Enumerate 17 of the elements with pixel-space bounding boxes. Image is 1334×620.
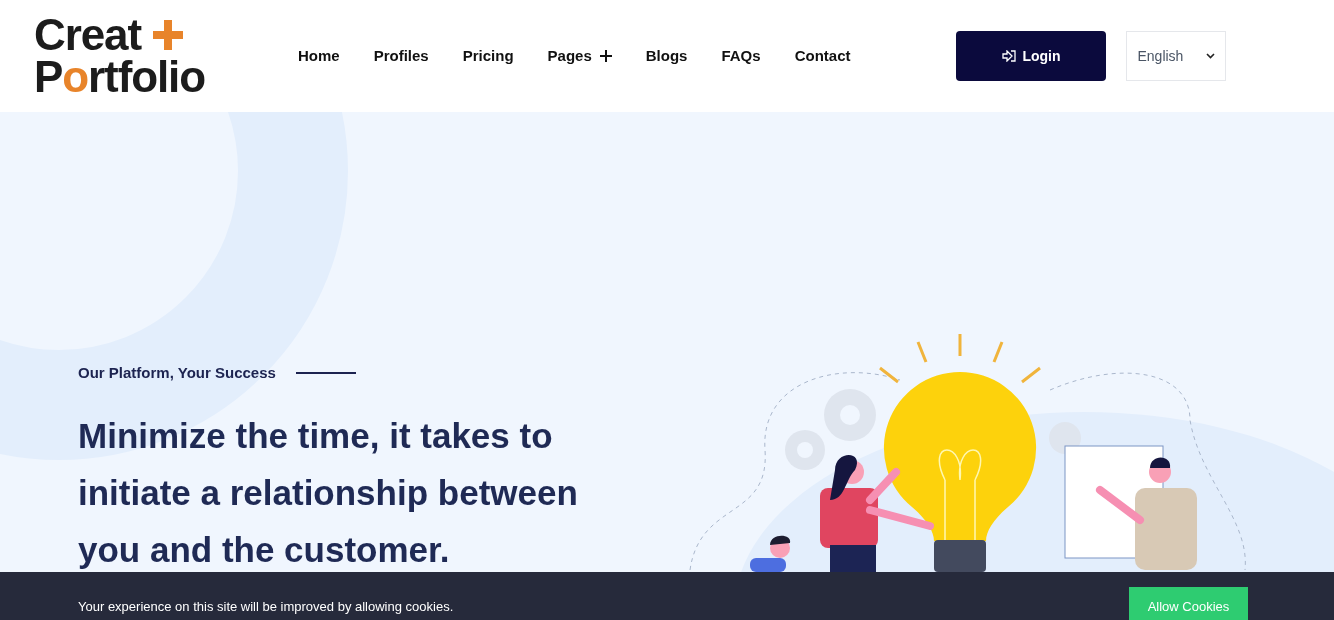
nav-link[interactable]: FAQs <box>721 44 761 68</box>
chevron-down-icon <box>1206 53 1216 59</box>
nav-link[interactable]: Pricing <box>462 44 514 68</box>
language-select[interactable]: English <box>1126 31 1227 81</box>
nav-link[interactable]: Profiles <box>373 44 429 68</box>
plus-icon <box>599 50 612 62</box>
cookie-message: Your experience on this site will be improved by allowing cookies. <box>78 598 454 617</box>
nav-link[interactable]: Pages <box>547 44 612 68</box>
plus-icon <box>153 20 183 50</box>
site-logo[interactable]: Creat Portfolio <box>34 14 234 98</box>
nav-link[interactable]: Home <box>298 44 340 68</box>
login-button[interactable]: Login <box>956 31 1107 81</box>
nav-link[interactable]: Blogs <box>645 44 688 68</box>
sign-in-icon <box>1002 50 1017 62</box>
hero-tagline: Our Platform, Your Success <box>78 363 276 383</box>
nav-link[interactable]: Contact <box>794 44 851 68</box>
hero-heading: Minimize the time, it takes to initiate a relationship between you and the customer. <box>78 414 579 571</box>
